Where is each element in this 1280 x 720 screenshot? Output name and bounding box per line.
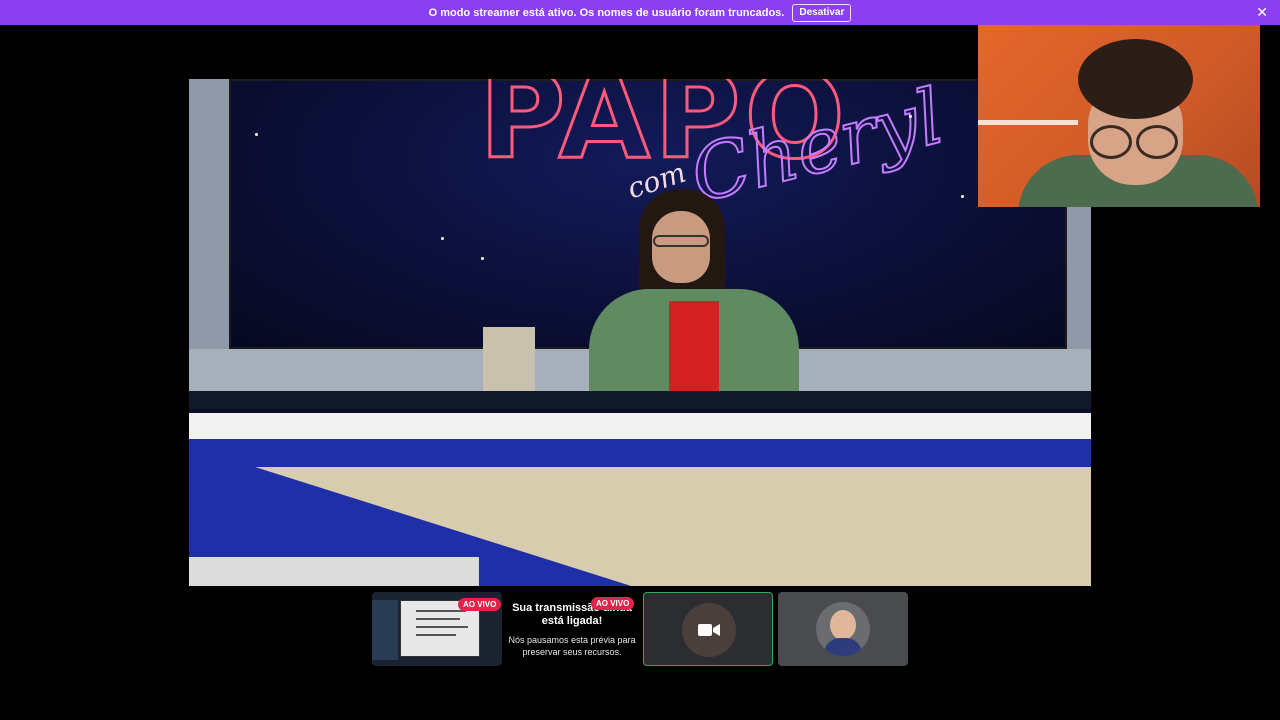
streamer-mode-banner: O modo streamer está ativo. Os nomes de … <box>0 0 1280 25</box>
star-decoration <box>441 237 444 240</box>
star-decoration <box>481 257 484 260</box>
main-stream-video[interactable]: PAPO com Cheryl <box>189 79 1091 586</box>
streamer-mode-message: O modo streamer está ativo. Os nomes de … <box>428 6 785 19</box>
participant-tile[interactable] <box>778 592 908 666</box>
star-decoration <box>909 115 912 118</box>
star-decoration <box>255 133 258 136</box>
stream-preview-tile[interactable]: AO VIVO <box>372 592 502 666</box>
book-prop <box>483 327 535 395</box>
avatar <box>816 602 870 656</box>
desk-base <box>189 557 479 586</box>
preview-paused-notice: Sua transmissão ainda está ligada! Nós p… <box>506 602 638 658</box>
live-badge: AO VIVO <box>591 597 635 610</box>
preview-paused-body: Nós pausamos esta prévia para preservar … <box>508 635 636 657</box>
disable-streamer-mode-button[interactable]: Desativar <box>792 3 852 22</box>
live-badge: AO VIVO <box>458 598 502 611</box>
star-decoration <box>961 195 964 198</box>
avatar <box>682 603 736 657</box>
camera-icon <box>698 624 720 636</box>
studio-ledge <box>189 391 1091 409</box>
presenter <box>549 189 809 394</box>
facecam-video[interactable] <box>978 25 1260 207</box>
participant-tile-camera[interactable] <box>643 592 773 666</box>
close-icon[interactable]: ✕ <box>1256 4 1268 20</box>
desk-trim <box>189 413 1091 439</box>
